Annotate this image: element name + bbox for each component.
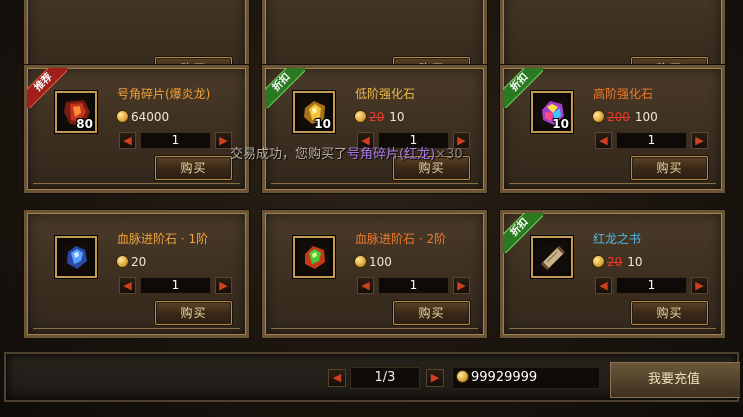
gold-coin-icon — [355, 256, 366, 267]
increase-quantity-button[interactable]: ▶ — [691, 277, 708, 294]
toast-text: 交易成功，您购买了 — [230, 147, 348, 162]
current-price: 10 — [389, 110, 405, 124]
decrease-quantity-button[interactable]: ◀ — [119, 132, 136, 149]
current-price: 100 — [369, 255, 392, 269]
item-slot[interactable]: 10 — [531, 91, 573, 133]
purchase-toast: 交易成功，您购买了号角碎片(红龙)×30 — [230, 143, 463, 162]
gold-coin-icon — [457, 371, 468, 382]
decrease-quantity-button[interactable]: ◀ — [595, 132, 612, 149]
shop-item-card: 血脉进阶石 · 2阶 100 ◀ 1 ▶ 购买 — [262, 210, 487, 338]
increase-quantity-button[interactable]: ▶ — [691, 132, 708, 149]
shop-item-card: 折扣 10 低阶强化石 20 10 ◀ 1 ▶ 购买 — [262, 65, 487, 193]
item-slot[interactable] — [531, 236, 573, 278]
increase-quantity-button[interactable]: ▶ — [215, 277, 232, 294]
gold-coin-icon — [593, 256, 604, 267]
shop-item-card: 推荐 80 号角碎片(爆炎龙) 64000 ◀ 1 ▶ 购买 — [24, 65, 249, 193]
quantity-input[interactable]: 1 — [616, 132, 687, 149]
buy-button[interactable]: 购买 — [393, 301, 470, 325]
blue-crystal-icon — [67, 246, 87, 269]
toast-count: ×30 — [435, 147, 463, 162]
item-slot[interactable]: 80 — [55, 91, 97, 133]
current-price: 100 — [634, 110, 658, 124]
item-name: 红龙之书 — [593, 232, 642, 246]
gold-coin-icon — [355, 111, 366, 122]
quantity-stepper: ◀ 1 ▶ — [357, 277, 470, 295]
original-price: 20 — [607, 255, 623, 269]
quantity-stepper: ◀ 1 ▶ — [119, 277, 232, 295]
gold-coin-icon — [593, 111, 604, 122]
decrease-quantity-button[interactable]: ◀ — [595, 277, 612, 294]
page-indicator: 1/3 — [350, 367, 420, 389]
item-slot[interactable]: 10 — [293, 91, 335, 133]
quantity-input[interactable]: 1 — [140, 277, 211, 294]
item-slot[interactable] — [293, 236, 335, 278]
quantity-stepper: ◀ 1 ▶ — [595, 277, 708, 295]
gold-coin-icon — [117, 256, 128, 267]
shop-item-card: 折扣 红龙之书 20 10 ◀ 1 ▶ 购买 — [500, 210, 725, 338]
shop-item-card: 折扣 10 高阶强化石 200 100 ◀ 1 ▶ 购买 — [500, 65, 725, 193]
shop-item-card: 血脉进阶石 · 1阶 20 ◀ 1 ▶ 购买 — [24, 210, 249, 338]
original-price: 20 — [369, 110, 385, 124]
buy-button[interactable]: 购买 — [631, 301, 708, 325]
gold-coin-icon — [117, 111, 128, 122]
item-price: 200 100 — [593, 110, 658, 124]
buy-button[interactable]: 购买 — [631, 156, 708, 180]
increase-quantity-button[interactable]: ▶ — [453, 277, 470, 294]
current-price: 64000 — [131, 110, 170, 124]
item-price: 100 — [355, 255, 392, 269]
recharge-button[interactable]: 我要充值 — [610, 362, 740, 398]
quantity-input[interactable]: 1 — [616, 277, 687, 294]
item-slot[interactable] — [55, 236, 97, 278]
buy-button[interactable]: 购买 — [155, 156, 232, 180]
quantity-stepper: ◀ 1 ▶ — [119, 132, 232, 150]
current-price: 10 — [627, 255, 643, 269]
prev-page-button[interactable]: ◀ — [328, 369, 346, 387]
item-price: 20 10 — [355, 110, 405, 124]
next-page-button[interactable]: ▶ — [426, 369, 444, 387]
item-name: 血脉进阶石 · 1阶 — [117, 232, 209, 246]
gold-amount: 99929999 — [471, 370, 538, 385]
item-price: 20 10 — [593, 255, 643, 269]
item-stack-count: 10 — [314, 117, 331, 131]
item-name: 高阶强化石 — [593, 87, 654, 101]
decrease-quantity-button[interactable]: ◀ — [119, 277, 136, 294]
item-stack-count: 10 — [552, 117, 569, 131]
original-price: 200 — [607, 110, 630, 124]
quantity-input[interactable]: 1 — [378, 277, 449, 294]
item-name: 号角碎片(爆炎龙) — [117, 87, 211, 101]
buy-button[interactable]: 购买 — [155, 301, 232, 325]
decrease-quantity-button[interactable]: ◀ — [357, 277, 374, 294]
item-stack-count: 80 — [76, 117, 93, 131]
gold-balance: 99929999 — [452, 367, 600, 389]
item-name: 低阶强化石 — [355, 87, 416, 101]
item-name: 血脉进阶石 · 2阶 — [355, 232, 447, 246]
green-red-crystal-icon — [305, 246, 325, 269]
toast-item: 号角碎片(红龙) — [347, 147, 436, 162]
quantity-stepper: ◀ 1 ▶ — [595, 132, 708, 150]
current-price: 20 — [131, 255, 147, 269]
scroll-icon — [540, 245, 566, 271]
item-price: 20 — [117, 255, 146, 269]
item-price: 64000 — [117, 110, 169, 124]
quantity-input[interactable]: 1 — [140, 132, 211, 149]
